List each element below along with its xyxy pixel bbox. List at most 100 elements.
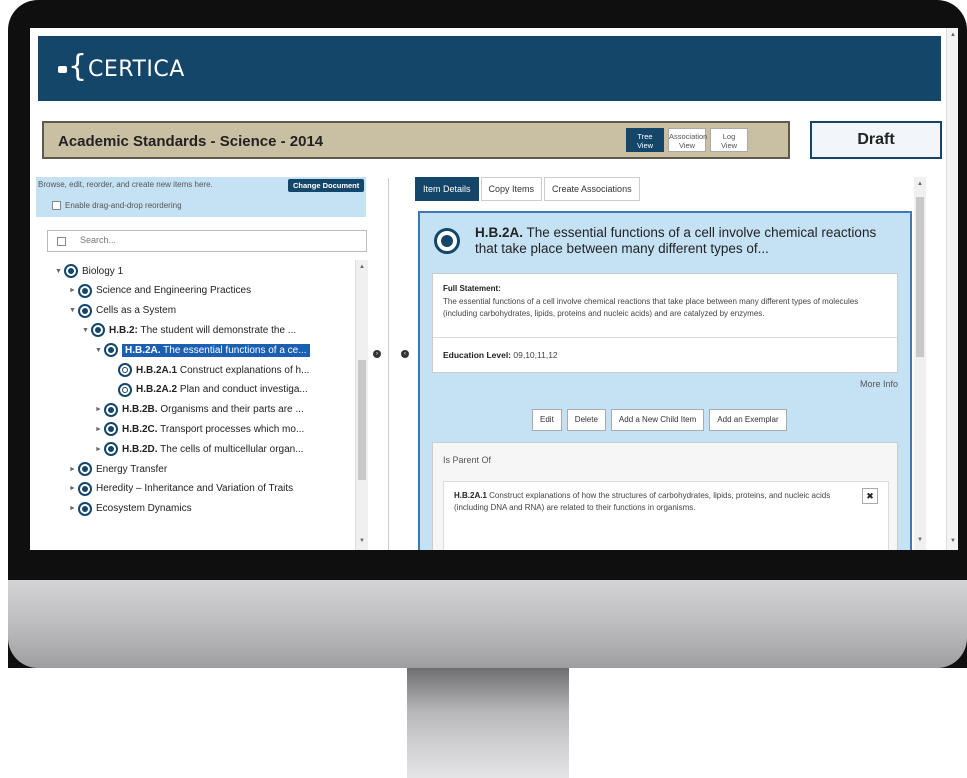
tree-scroll-thumb[interactable] (358, 360, 366, 480)
collapsed-caret-icon[interactable]: ► (95, 426, 102, 433)
tree-bullet-icon (64, 264, 78, 278)
collapsed-caret-icon[interactable]: ► (95, 406, 102, 413)
detail-tabs: Item Details Copy Items Create Associati… (415, 177, 640, 201)
detail-scroll-thumb[interactable] (916, 197, 924, 357)
item-bullet-icon (434, 228, 460, 254)
tree-item-label: H.B.2B. Organisms and their parts are ..… (122, 404, 304, 416)
collapse-right-icon[interactable]: › (373, 350, 381, 358)
tree-item[interactable]: ► Heredity – Inheritance and Variation of… (69, 480, 293, 498)
monitor-chin (8, 580, 967, 668)
is-parent-of-section: Is Parent Of H.B.2A.1 Construct explanat… (432, 442, 898, 550)
tree-item-label: H.B.2A.2 Plan and conduct investiga... (136, 384, 308, 396)
tree-item-label: Energy Transfer (96, 463, 168, 475)
collapsed-caret-icon[interactable]: ► (69, 466, 76, 473)
tree-bullet-icon (118, 382, 132, 397)
browse-info-bar: Browse, edit, reorder, and create new it… (36, 177, 366, 217)
tree-item-label: H.B.2C. Transport processes which mo... (122, 423, 305, 435)
page-scrollbar[interactable]: ▲ ▼ (946, 28, 958, 550)
tree-item[interactable]: ▼ Biology 1 (55, 262, 123, 280)
tab-item-details[interactable]: Item Details (415, 177, 479, 201)
view-switcher: Tree View Association View Log View (626, 128, 748, 152)
add-child-item-button[interactable]: Add a New Child Item (610, 409, 705, 431)
delete-button[interactable]: Delete (566, 409, 606, 431)
collapsed-caret-icon[interactable]: ► (69, 485, 76, 492)
collapsed-caret-icon[interactable]: ► (69, 505, 76, 512)
tree-item-label: Heredity – Inheritance and Variation of … (96, 483, 294, 495)
expanded-caret-icon[interactable]: ▼ (82, 327, 89, 334)
tree-item-label: H.B.2A.1 Construct explanations of h... (136, 364, 310, 376)
drag-drop-checkbox[interactable] (52, 201, 61, 210)
expanded-caret-icon[interactable]: ▼ (55, 268, 62, 275)
collapsed-caret-icon[interactable]: ► (95, 446, 102, 453)
association-view-button[interactable]: Association View (668, 128, 707, 152)
tree-item-label: H.B.2A. The essential functions of a ce.… (122, 343, 310, 357)
tree-scrollbar[interactable]: ▲ ▼ (355, 260, 368, 550)
tree-bullet-icon (91, 323, 105, 338)
log-view-button[interactable]: Log View (710, 128, 748, 152)
tree-item[interactable]: ► H.B.2C. Transport processes which mo... (95, 420, 304, 438)
tree-item[interactable]: ► H.B.2D. The cells of multicellular orga… (95, 440, 304, 458)
more-info-link[interactable]: More Info (860, 379, 898, 389)
logo-text: CERTICA (88, 56, 185, 82)
detail-scroll-up-icon[interactable]: ▲ (917, 181, 923, 187)
certica-logo[interactable]: { CERTICA (58, 52, 185, 82)
drag-drop-label: Enable drag-and-drop reordering (65, 201, 182, 210)
add-exemplar-button[interactable]: Add an Exemplar (709, 409, 787, 431)
document-title-bar: Academic Standards - Science - 2014 Tree… (42, 121, 790, 159)
expanded-caret-icon[interactable]: ▼ (69, 307, 76, 314)
tree-item[interactable]: ► Energy Transfer (69, 460, 167, 478)
tree-item[interactable]: H.B.2A.2 Plan and conduct investiga... (109, 381, 308, 399)
monitor-stand (407, 668, 569, 778)
drag-drop-toggle[interactable]: Enable drag-and-drop reordering (52, 201, 182, 210)
search-box (47, 230, 367, 252)
tree-bullet-icon (78, 481, 92, 496)
browse-info-text: Browse, edit, reorder, and create new it… (38, 180, 213, 189)
logo-mark-icon: { (58, 52, 87, 82)
tree-view-button[interactable]: Tree View (626, 128, 664, 152)
scroll-down-icon[interactable]: ▼ (359, 538, 365, 544)
tree-item[interactable]: ▼ H.B.2: The student will demonstrate the… (82, 321, 296, 339)
page-scroll-up-icon[interactable]: ▲ (950, 32, 956, 38)
screen: { CERTICA Academic Standards - Science -… (30, 28, 958, 550)
status-badge[interactable]: Draft (810, 121, 942, 159)
pane-divider[interactable] (388, 178, 389, 550)
tree-item-label: H.B.2D. The cells of multicellular organ… (122, 443, 304, 455)
detail-scroll-down-icon[interactable]: ▼ (917, 537, 923, 543)
collapse-left-icon[interactable]: ‹ (401, 350, 409, 358)
tree-bullet-icon (104, 442, 118, 457)
page-scroll-down-icon[interactable]: ▼ (950, 538, 956, 544)
scroll-up-icon[interactable]: ▲ (359, 264, 365, 270)
remove-association-button[interactable]: ✖ (862, 488, 878, 504)
edit-button[interactable]: Edit (532, 409, 562, 431)
tree-bullet-icon (104, 343, 118, 358)
tree-item[interactable]: ► H.B.2B. Organisms and their parts are .… (95, 401, 304, 419)
tree-bullet-icon (118, 363, 132, 377)
select-all-checkbox[interactable] (57, 237, 66, 246)
tab-create-associations[interactable]: Create Associations (544, 177, 640, 201)
tree-item[interactable]: H.B.2A.1 Construct explanations of h... (109, 361, 309, 379)
search-input[interactable] (78, 234, 352, 246)
tree-bullet-icon (104, 422, 118, 437)
change-document-button[interactable]: Change Document (288, 179, 365, 192)
tree-item-label: Cells as a System (96, 305, 177, 317)
tree-item[interactable]: ► Ecosystem Dynamics (69, 500, 192, 518)
education-level: Education Level: 09,10,11,12 (433, 337, 897, 372)
page-title: Academic Standards - Science - 2014 (58, 133, 324, 150)
tree-item-label: Science and Engineering Practices (96, 285, 252, 297)
child-item[interactable]: H.B.2A.1 Construct explanations of how t… (443, 481, 889, 550)
tree-item[interactable]: ► Science and Engineering Practices (69, 282, 251, 300)
full-statement-label: Full Statement: (443, 284, 501, 293)
detail-scrollbar[interactable]: ▲ ▼ (914, 177, 926, 550)
tab-copy-items[interactable]: Copy Items (480, 177, 543, 201)
item-actions: Edit Delete Add a New Child Item Add an … (532, 409, 787, 431)
item-details-panel: H.B.2A. The essential functions of a cel… (418, 211, 912, 550)
standards-tree: ▼ Biology 1 ► Science and Engineering Pract… (47, 260, 367, 550)
full-statement-text: The essential functions of a cell involv… (443, 297, 859, 318)
tree-item[interactable]: ▼ Cells as a System (69, 302, 176, 320)
expanded-caret-icon[interactable]: ▼ (95, 347, 102, 354)
app-header: { CERTICA (38, 36, 941, 101)
tree-item[interactable]: ▼ H.B.2A. The essential functions of a ce… (95, 341, 310, 359)
is-parent-of-label: Is Parent Of (443, 455, 492, 465)
collapsed-caret-icon[interactable]: ► (69, 287, 76, 294)
tree-item-label: Biology 1 (82, 265, 124, 277)
